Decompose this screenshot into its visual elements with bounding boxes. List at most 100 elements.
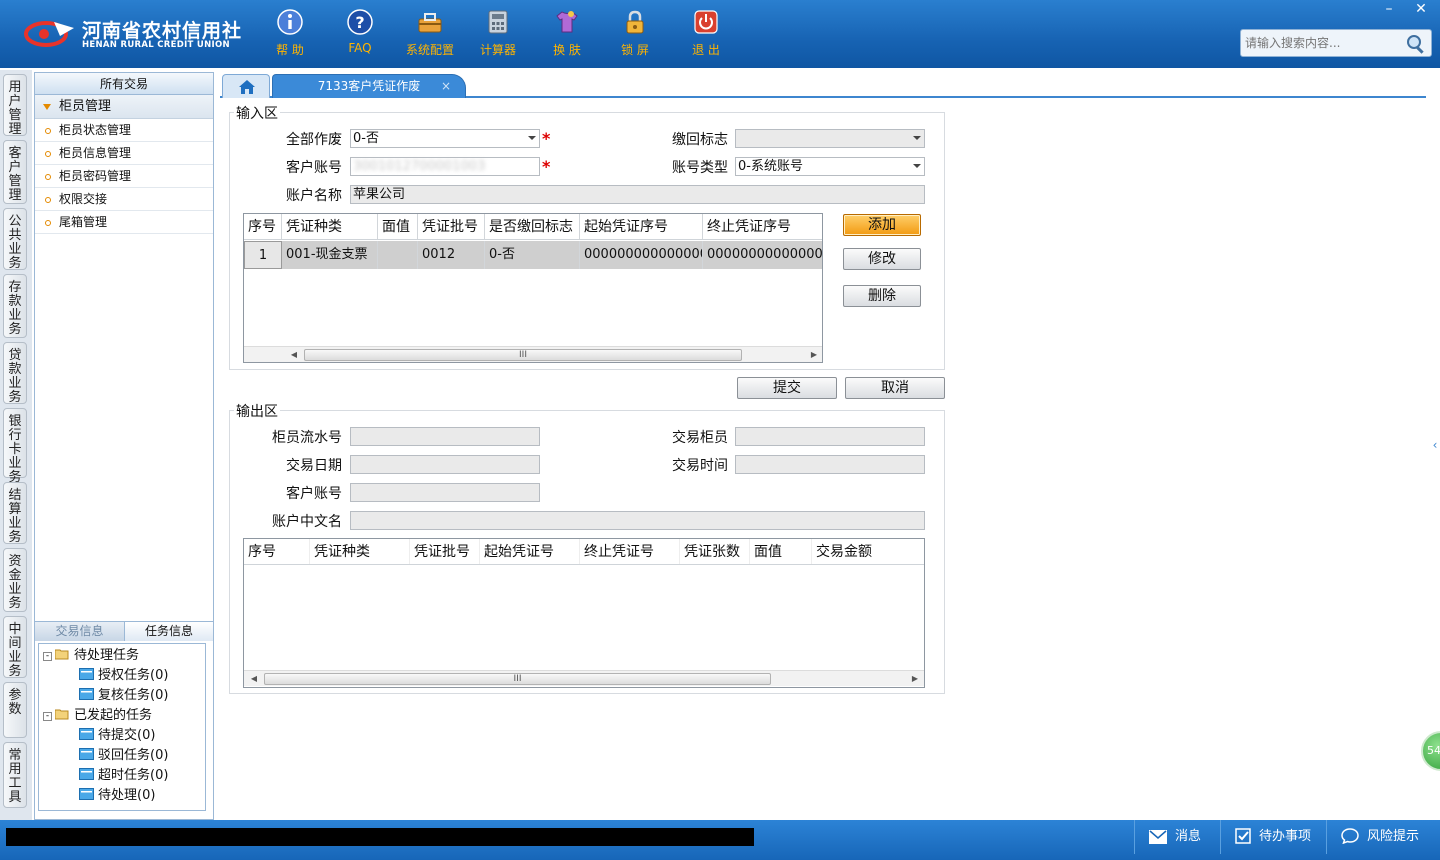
nav-item-teller-status[interactable]: 柜员状态管理	[35, 119, 213, 142]
tab-transaction-info[interactable]: 交易信息	[35, 622, 124, 641]
vtab-intermediary-business[interactable]: 中间业务	[3, 616, 27, 679]
account-type-select[interactable]: 0-系统账号	[735, 157, 925, 176]
account-input[interactable]: 3001012700001003	[350, 157, 540, 176]
lock-screen-label: 锁 屏	[621, 43, 649, 57]
chevron-down-icon	[528, 136, 536, 140]
vtab-settlement-business[interactable]: 结算业务	[3, 482, 27, 545]
close-window-button[interactable]: ✕	[1406, 0, 1436, 18]
column-header: 是否缴回标志	[485, 214, 580, 239]
scroll-thumb[interactable]: III	[304, 349, 742, 361]
vtab-deposit-business[interactable]: 存款业务	[3, 274, 27, 338]
help-button[interactable]: 帮 助	[259, 8, 321, 60]
account-type-value: 0-系统账号	[738, 159, 803, 174]
tab-task-info[interactable]: 任务信息	[124, 622, 213, 641]
nav-item-teller-password[interactable]: 柜员密码管理	[35, 165, 213, 188]
change-skin-button[interactable]: 换 肤	[536, 8, 598, 60]
voucher-input-grid: 序号 凭证种类 面值 凭证批号 是否缴回标志 起始凭证序号 终止凭证序号 1 0…	[243, 213, 823, 363]
column-header: 凭证种类	[282, 214, 378, 239]
lock-screen-button[interactable]: 锁 屏	[604, 8, 666, 60]
scroll-right-icon[interactable]: ▶	[909, 673, 921, 685]
vtab-public-business[interactable]: 公共业务	[3, 208, 27, 271]
tree-node-rejected-tasks[interactable]: 驳回任务(0)	[79, 746, 168, 766]
account-type-label: 账号类型	[672, 160, 728, 176]
faq-button[interactable]: ? FAQ	[329, 8, 391, 60]
messages-label: 消息	[1175, 829, 1202, 844]
tree-node-label: 授权任务(0)	[98, 668, 169, 683]
tree-node-timeout-tasks[interactable]: 超时任务(0)	[79, 766, 168, 786]
add-button[interactable]: 添加	[843, 214, 921, 236]
logo-mark-icon	[24, 21, 74, 47]
tree-node-pending-tasks[interactable]: - 待处理任务	[43, 646, 139, 666]
all-transactions-header[interactable]: 所有交易	[35, 73, 213, 95]
nav-item-teller-info[interactable]: 柜员信息管理	[35, 142, 213, 165]
horizontal-scrollbar[interactable]: ◀ III ▶	[244, 346, 822, 362]
nav-item-label: 尾箱管理	[59, 215, 108, 229]
nav-item-permission-handover[interactable]: 权限交接	[35, 188, 213, 211]
tree-node-authorization-tasks[interactable]: 授权任务(0)	[79, 666, 168, 686]
account-name-label: 账户名称	[286, 188, 342, 204]
floating-badge-button[interactable]: 54	[1421, 731, 1440, 771]
all-void-select[interactable]: 0-否	[350, 129, 540, 148]
tree-node-to-process[interactable]: 待处理(0)	[79, 786, 155, 806]
table-row[interactable]: 1 001-现金支票 0012 0-否 0000000000000004 000…	[244, 241, 823, 269]
svg-text:?: ?	[355, 13, 364, 32]
vtab-user-management[interactable]: 用户管理	[3, 74, 27, 137]
vtab-loan-business[interactable]: 贷款业务	[3, 342, 27, 405]
table-cell: 0000000000000004	[707, 247, 823, 262]
faq-label: FAQ	[348, 41, 372, 55]
scroll-thumb[interactable]: III	[264, 673, 771, 685]
collapse-side-arrow-icon[interactable]: ‹	[1430, 425, 1440, 465]
tree-node-review-tasks[interactable]: 复核任务(0)	[79, 686, 168, 706]
all-void-label: 全部作废	[286, 132, 342, 148]
vtab-customer-management[interactable]: 客户管理	[3, 140, 27, 204]
delete-button[interactable]: 删除	[843, 285, 921, 307]
messages-button[interactable]: 消息	[1134, 820, 1228, 854]
tree-node-initiated-tasks[interactable]: - 已发起的任务	[43, 706, 152, 726]
column-header: 凭证张数	[680, 539, 750, 564]
submit-button[interactable]: 提交	[737, 377, 837, 399]
teller-management-group[interactable]: 柜员管理	[35, 95, 213, 119]
folder-open-icon	[55, 709, 69, 720]
todo-button[interactable]: 待办事项	[1220, 820, 1324, 854]
modify-button[interactable]: 修改	[843, 248, 921, 270]
task-list-icon	[79, 788, 94, 800]
tab-home[interactable]	[222, 74, 270, 98]
tab-customer-voucher-void[interactable]: 7133客户凭证作废 ×	[272, 74, 466, 98]
recall-flag-select[interactable]	[735, 129, 925, 148]
column-header: 终止凭证号	[580, 539, 680, 564]
nav-item-label: 柜员信息管理	[59, 146, 132, 160]
change-skin-label: 换 肤	[553, 43, 581, 57]
input-area-legend: 输入区	[234, 103, 280, 123]
search-input[interactable]	[1245, 34, 1405, 52]
column-header: 凭证批号	[410, 539, 480, 564]
column-header: 序号	[244, 539, 310, 564]
logo-chinese-name: 河南省农村信用社	[82, 20, 243, 42]
speech-bubble-icon	[1341, 828, 1359, 844]
column-header: 面值	[750, 539, 812, 564]
account-name-field: 苹果公司	[350, 185, 925, 204]
folder-open-icon	[55, 649, 69, 660]
required-mark: *	[542, 157, 551, 176]
calculator-label: 计算器	[479, 43, 516, 57]
nav-item-label: 柜员状态管理	[59, 123, 132, 137]
exit-button[interactable]: 退 出	[675, 8, 737, 60]
cancel-button[interactable]: 取消	[845, 377, 945, 399]
vtab-bank-card-business[interactable]: 银行卡业务	[3, 408, 27, 485]
system-config-button[interactable]: 系统配置	[399, 8, 461, 60]
nav-item-tail-box[interactable]: 尾箱管理	[35, 211, 213, 234]
risk-alert-button[interactable]: 风险提示	[1326, 820, 1440, 854]
scroll-right-icon[interactable]: ▶	[808, 349, 820, 361]
calculator-button[interactable]: 计算器	[467, 8, 529, 60]
close-tab-icon[interactable]: ×	[441, 75, 451, 97]
column-header: 序号	[244, 214, 282, 239]
vtab-common-tools[interactable]: 常用工具	[3, 742, 27, 808]
minimize-button[interactable]: –	[1374, 0, 1404, 18]
scroll-left-icon[interactable]: ◀	[248, 673, 260, 685]
info-tab-strip: 交易信息 任务信息	[35, 621, 213, 641]
scroll-left-icon[interactable]: ◀	[288, 349, 300, 361]
search-icon[interactable]	[1405, 33, 1427, 55]
vtab-parameters[interactable]: 参数	[3, 682, 27, 738]
horizontal-scrollbar[interactable]: ◀ III ▶	[244, 670, 924, 686]
tree-node-to-submit[interactable]: 待提交(0)	[79, 726, 155, 746]
vtab-fund-business[interactable]: 资金业务	[3, 548, 27, 612]
